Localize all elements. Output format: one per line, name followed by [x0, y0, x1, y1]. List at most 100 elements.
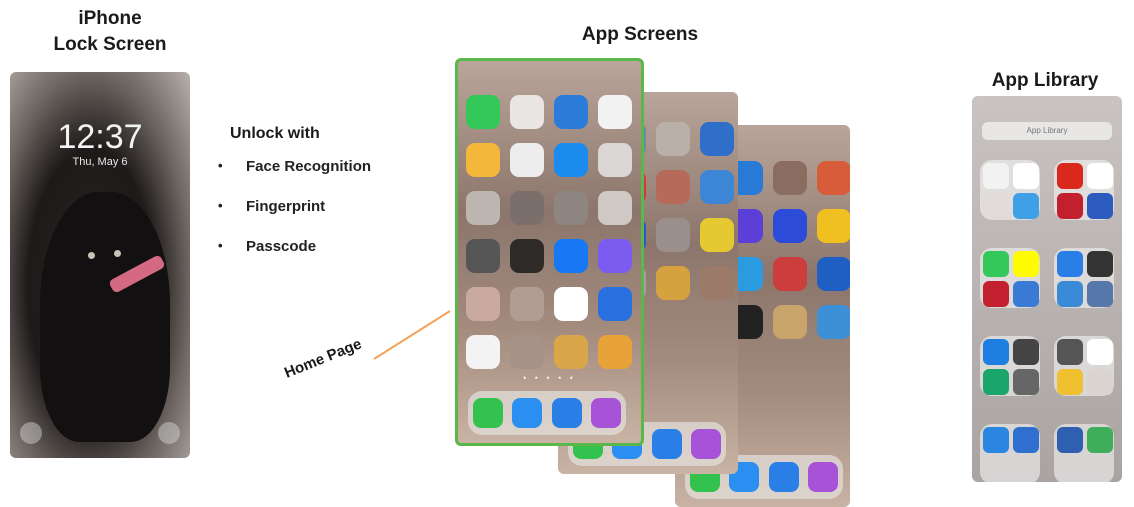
app-icon: [817, 161, 850, 195]
podcasts-icon: [808, 462, 839, 492]
messages-icon: [983, 251, 1009, 277]
bullet-icon: •: [218, 158, 223, 173]
app-icon: [554, 95, 588, 129]
app-icon: [773, 305, 807, 339]
app-icon: [1013, 369, 1039, 395]
app-icon: [983, 427, 1009, 453]
app-icon: [598, 191, 632, 225]
unlock-heading: Unlock with: [230, 125, 320, 142]
home-page-screen: • • • • •: [455, 58, 644, 446]
library-folder: [1054, 424, 1114, 482]
app-icon: [510, 191, 544, 225]
library-folder: [1054, 248, 1114, 308]
app-grid: [466, 95, 632, 369]
facebook-icon: [554, 239, 588, 273]
bing-icon: [1087, 163, 1113, 189]
messenger-icon: [598, 239, 632, 273]
app-icon: [983, 369, 1009, 395]
app-icon: [466, 191, 500, 225]
library-search-bar: App Library: [982, 122, 1112, 140]
app-icon: [510, 143, 544, 177]
app-icon: [510, 335, 544, 369]
app-icon: [466, 335, 500, 369]
lock-title-line1: iPhone: [78, 8, 142, 29]
app-icon: [983, 281, 1009, 307]
maps-icon: [1087, 427, 1113, 453]
calendar-icon: [983, 163, 1009, 189]
library-folder: [980, 336, 1040, 396]
app-icon: [773, 161, 807, 195]
app-icon: [700, 122, 734, 156]
app-icon: [510, 287, 544, 321]
app-icon: [817, 257, 850, 291]
safari-icon: [983, 339, 1009, 365]
dog-eye: [114, 250, 121, 257]
app-screens-title: App Screens: [581, 24, 699, 45]
bullet-icon: •: [218, 238, 223, 253]
camera-icon: [158, 422, 180, 444]
bing-icon: [1087, 339, 1113, 365]
app-icon: [656, 266, 690, 300]
bullet-icon: •: [218, 198, 223, 213]
app-icon: [1013, 281, 1039, 307]
library-folder: [1054, 160, 1114, 220]
app-icon: [817, 209, 850, 243]
app-icon: [1087, 369, 1113, 395]
app-icon: [1057, 369, 1083, 395]
mail-icon: [1057, 251, 1083, 277]
weather-icon: [1013, 193, 1039, 219]
list-item: • Fingerprint: [218, 198, 371, 238]
list-item: • Face Recognition: [218, 158, 371, 198]
app-icon: [700, 266, 734, 300]
app-icon: [1087, 193, 1113, 219]
dog-eye: [88, 252, 95, 259]
app-library-title: App Library: [991, 70, 1099, 91]
app-icon: [1087, 281, 1113, 307]
dock: [468, 391, 626, 435]
lock-date: Thu, May 6: [72, 156, 128, 168]
phone-icon: [472, 398, 503, 428]
app-icon: [773, 209, 807, 243]
lock-screen-image: 12:37 Thu, May 6: [10, 72, 190, 458]
app-icon: [656, 122, 690, 156]
dog-photo: [40, 192, 170, 442]
messages-icon: [466, 95, 500, 129]
flashlight-icon: [20, 422, 42, 444]
app-icon: [598, 143, 632, 177]
app-icon: [983, 193, 1009, 219]
home-page-arrow: [373, 310, 451, 360]
unlock-method-fingerprint: Fingerprint: [246, 198, 326, 215]
app-icon: [1057, 339, 1083, 365]
safari-icon: [512, 398, 543, 428]
podcasts-icon: [591, 398, 622, 428]
lock-title-line2: Lock Screen: [53, 34, 167, 55]
app-icon: [598, 335, 632, 369]
app-icon: [817, 305, 850, 339]
app-icon: [466, 239, 500, 273]
app-icon: [510, 239, 544, 273]
home-page-label: Home Page: [282, 335, 365, 382]
app-icon: [656, 170, 690, 204]
lock-clock: 12:37: [57, 118, 143, 156]
app-icon: [1057, 427, 1083, 453]
page-dots: • • • • •: [523, 373, 576, 383]
google-icon: [1013, 163, 1039, 189]
unlock-method-face: Face Recognition: [246, 158, 372, 175]
library-folder: [1054, 336, 1114, 396]
app-store-icon: [554, 143, 588, 177]
mail-icon: [768, 462, 799, 492]
unlock-methods-list: • Face Recognition • Fingerprint • Passcode: [218, 158, 371, 278]
app-icon: [1057, 193, 1083, 219]
lock-screen-title: iPhone Lock Screen: [40, 6, 180, 58]
app-icon: [656, 218, 690, 252]
calendar-icon: [598, 95, 632, 129]
app-icon: [598, 287, 632, 321]
app-icon: [554, 191, 588, 225]
library-folder: [980, 424, 1040, 482]
app-icon: [1013, 339, 1039, 365]
library-folder: [980, 248, 1040, 308]
library-folder: [980, 160, 1040, 220]
list-item: • Passcode: [218, 238, 371, 278]
podcasts-icon: [691, 429, 722, 459]
app-library-screen: App Library: [972, 96, 1122, 482]
